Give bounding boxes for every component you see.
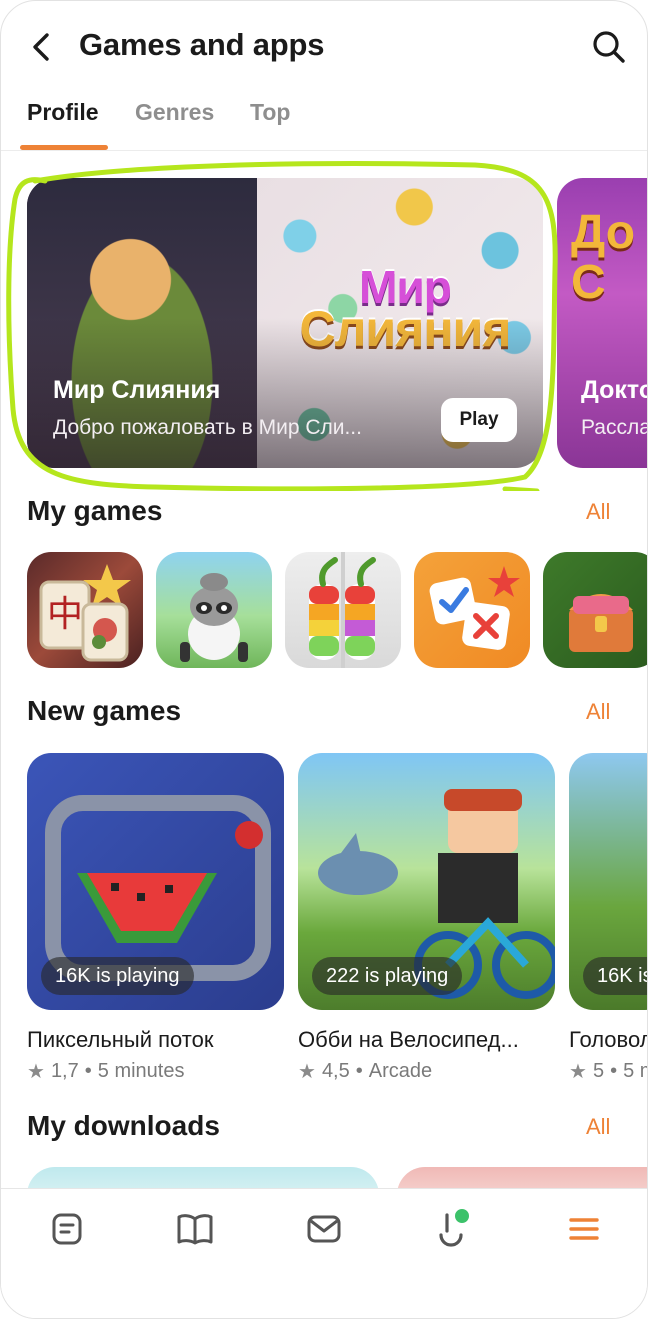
new-game-card-obby-bike[interactable]: 222 is playing [298,753,555,1010]
playing-count-badge: 222 is playing [312,957,463,995]
new-game-name[interactable]: Пиксельный поток [27,1027,214,1053]
treasure-chest-icon [569,594,633,652]
mahjong-tile-icon: 中 [39,564,131,662]
next-banner-title: Доктор [581,376,647,404]
next-banner-subtitle: Расслабьтесь [581,416,648,439]
nav-feed[interactable] [39,1207,95,1251]
book-icon [177,1214,213,1245]
playing-count-badge: 16K is playing [583,957,647,995]
tab-bar: Profile Genres Top [1,93,647,151]
my-downloads-heading: My downloads [27,1110,220,1141]
search-button[interactable] [587,25,631,69]
mail-icon [307,1215,341,1243]
raccoon-icon [180,573,248,662]
nav-messages[interactable] [296,1207,352,1251]
play-button[interactable]: Play [441,398,517,442]
game-treasure[interactable] [543,552,647,668]
quiz-check-cross-icon [429,566,520,650]
my-games-all-link[interactable]: All [586,499,610,525]
banner-subtitle: Добро пожаловать в Мир Сли... [53,416,362,439]
my-downloads-all-link[interactable]: All [586,1114,610,1140]
new-game-name[interactable]: Головоломка [569,1027,647,1053]
next-banner-logo: До С [571,206,636,309]
new-game-name[interactable]: Обби на Велосипед... [298,1027,519,1053]
app-screen: Games and apps Profile Genres Top Мир Сл… [0,0,648,1319]
new-game-meta: ★ 1,7 • 5 minutes [27,1060,185,1083]
bottom-navigation [1,1188,647,1318]
my-games-heading: My games [27,495,163,526]
game-sort-peppers[interactable] [285,552,401,668]
menu-icon [569,1218,599,1240]
new-game-meta: ★ 5 • 5 minutes [569,1060,647,1083]
featured-banner[interactable]: Мир Слияния Мир Слияния Добро пожаловать… [27,178,543,468]
new-game-meta: ★ 4,5 • Arcade [298,1060,433,1083]
notification-dot [453,1207,471,1225]
new-games-all-link[interactable]: All [586,699,610,725]
page-title: Games and apps [79,27,325,62]
tab-profile[interactable]: Profile [27,99,99,126]
feed-icon [52,1213,82,1245]
playing-count-badge: 16K is playing [41,957,194,995]
search-icon [593,31,625,63]
new-game-card-puzzle[interactable]: 16K is playing [569,753,647,1010]
svg-text:中: 中 [47,594,83,635]
star-icon: ★ [569,1061,587,1083]
tab-top[interactable]: Top [250,99,290,126]
nav-games[interactable] [425,1207,481,1251]
star-icon: ★ [27,1061,45,1083]
game-quiz[interactable] [414,552,530,668]
active-tab-indicator [20,145,108,150]
peppers-icon [309,552,376,668]
nav-menu[interactable] [556,1207,612,1251]
back-button[interactable] [23,27,59,67]
banner-title: Мир Слияния [53,376,221,404]
next-banner[interactable]: До С Доктор Расслабьтесь [557,178,648,468]
back-arrow-icon [33,33,49,61]
game-raccoon[interactable] [156,552,272,668]
new-games-heading: New games [27,695,182,726]
game-mahjong[interactable]: 中 [27,552,143,668]
star-icon: ★ [298,1061,316,1083]
top-bar: Games and apps [1,1,647,93]
nav-library[interactable] [167,1207,223,1251]
tab-genres[interactable]: Genres [135,99,214,126]
new-game-card-pixel-flow[interactable]: 16K is playing [27,753,284,1010]
